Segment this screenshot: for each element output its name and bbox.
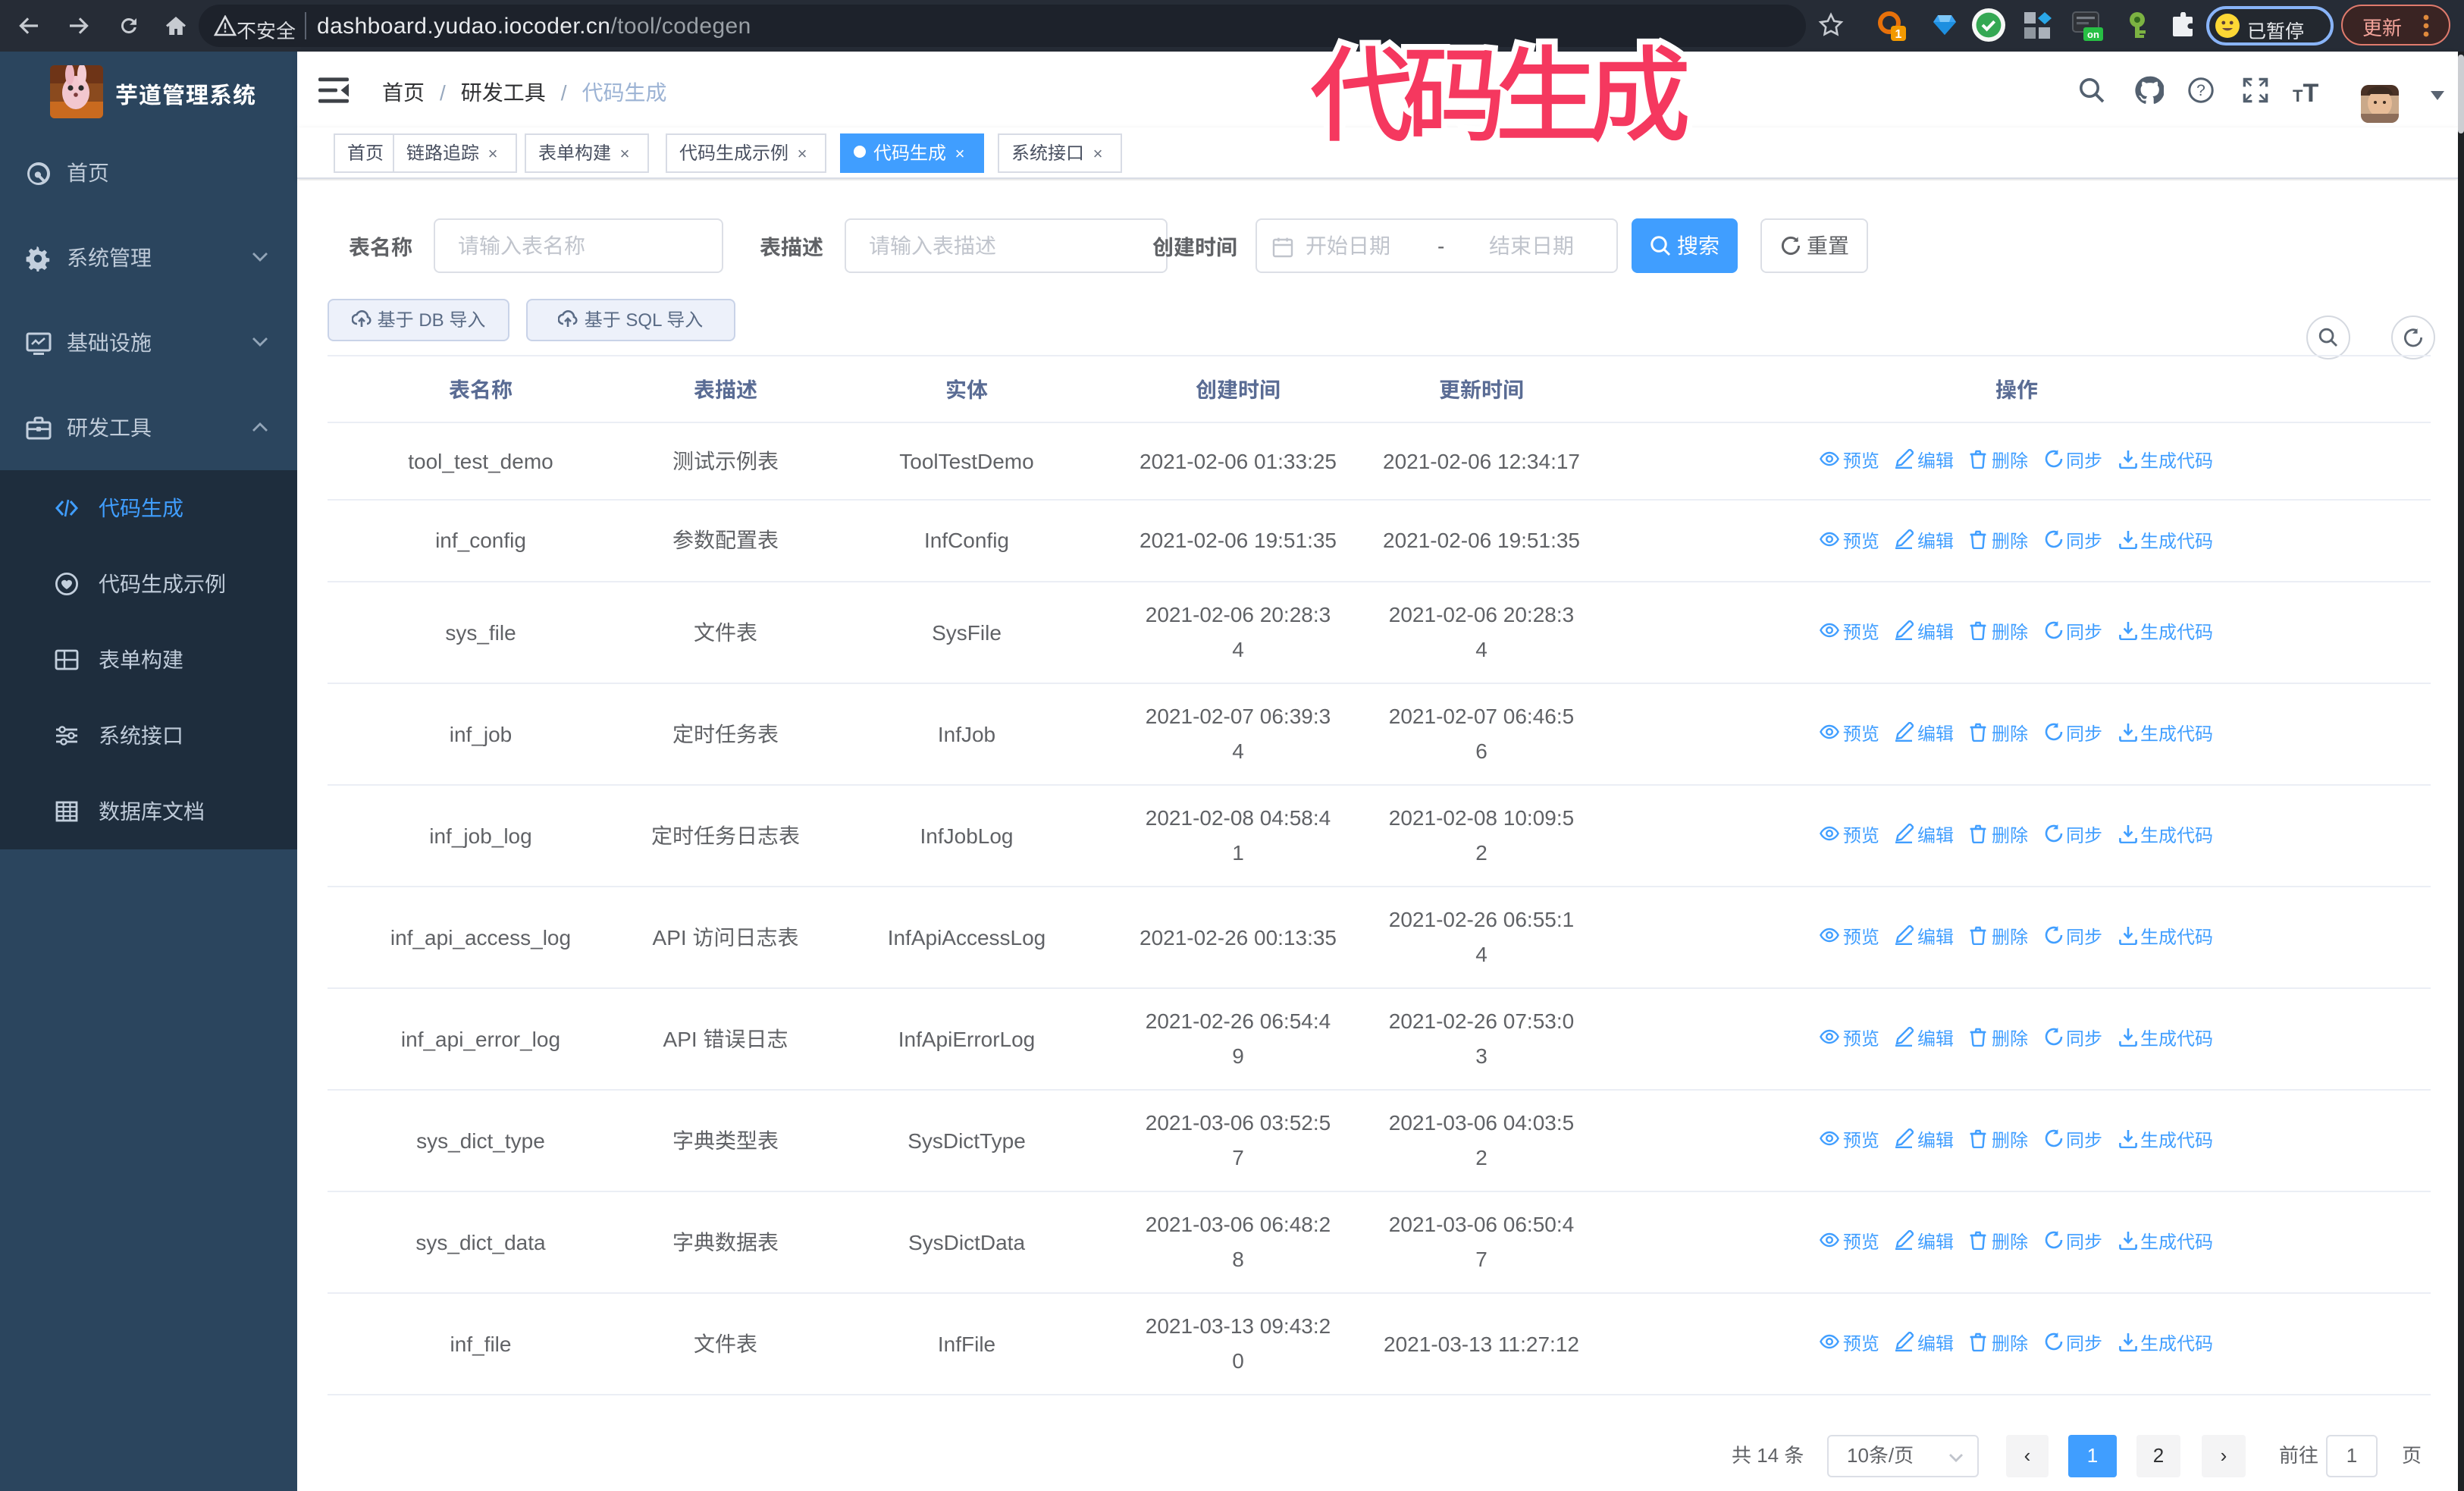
svg-text:?: ? [2196,82,2205,99]
svg-text:1: 1 [1895,28,1902,41]
svg-text:on: on [2087,29,2099,40]
